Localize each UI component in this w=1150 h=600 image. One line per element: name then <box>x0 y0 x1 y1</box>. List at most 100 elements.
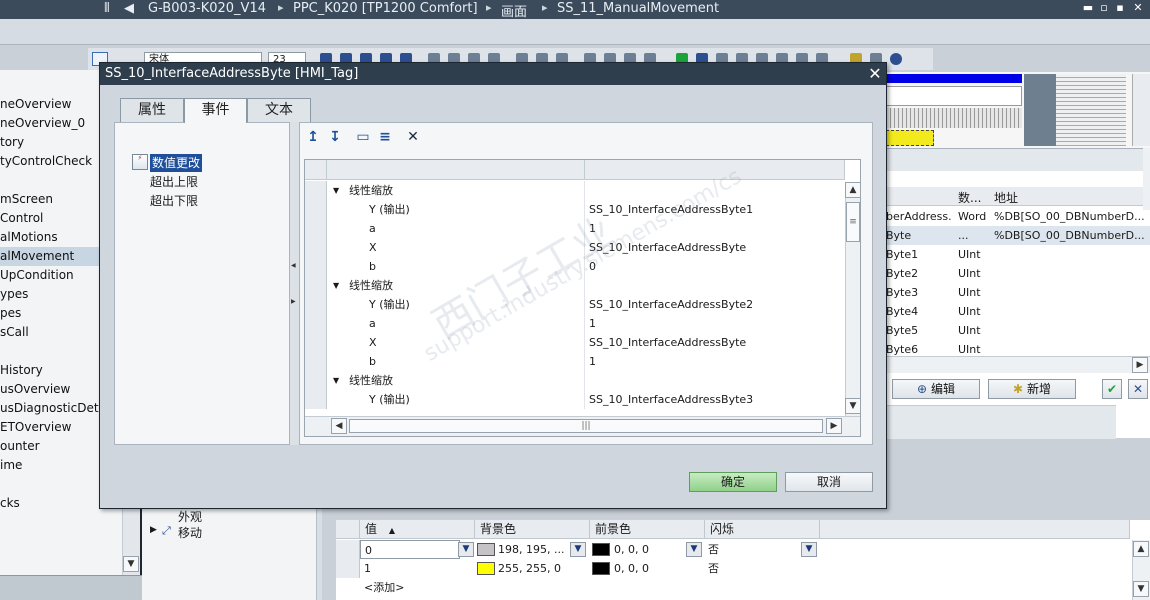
grid-scroll-up-icon[interactable]: ▲ <box>845 182 860 198</box>
project-tree-item[interactable]: History <box>0 361 43 380</box>
scroll-right-icon[interactable]: ▶ <box>1132 357 1148 373</box>
grid-vscrollbar[interactable]: ▲ ≡ ▼ <box>845 182 860 416</box>
fg-color-swatch[interactable] <box>592 543 610 556</box>
tag-address-cell[interactable]: %DB[SO_00_DBNumberD... <box>994 226 1144 245</box>
project-tree-item[interactable]: ounter <box>0 437 40 456</box>
add-button[interactable]: ✱ 新增 <box>988 379 1076 399</box>
header-address[interactable]: 地址 <box>994 189 1018 206</box>
tag-name-cell[interactable]: Byte5 <box>886 321 956 340</box>
function-group-row[interactable]: ▼ 线性缩放 <box>305 181 845 200</box>
project-tree-item[interactable]: sCall <box>0 323 29 342</box>
tree-item-appearance[interactable]: 外观 <box>178 508 202 525</box>
tag-type-cell[interactable]: UInt <box>958 264 992 283</box>
function-value-cell[interactable]: SS_10_InterfaceAddressByte <box>585 333 845 352</box>
screen-canvas-preview[interactable] <box>886 72 1150 148</box>
restore-icon[interactable]: ▫ <box>1098 2 1110 14</box>
function-param-row[interactable]: a1 <box>305 314 845 333</box>
function-param-row[interactable]: Y (输出) SS_10_InterfaceAddressByte3 <box>305 390 845 409</box>
grid-vscrollbar[interactable]: ▲ ▼ <box>1132 540 1150 600</box>
function-param-row[interactable]: X SS_10_InterfaceAddressByte <box>305 333 845 352</box>
back-arrow-icon[interactable]: ◀ <box>124 1 134 16</box>
col-header-value[interactable]: 值 ▲ <box>360 520 475 539</box>
grid-row-header[interactable] <box>305 371 327 390</box>
event-upper-limit[interactable]: 超出上限 <box>150 173 198 191</box>
grid-row-header[interactable] <box>305 276 327 295</box>
tag-type-cell[interactable]: UInt <box>958 321 992 340</box>
scroll-down-icon[interactable]: ▼ <box>123 556 139 572</box>
tree-expander-icon[interactable]: ▶ <box>150 525 157 535</box>
tag-type-cell[interactable]: ... <box>958 226 992 245</box>
tab-texts[interactable]: 文本 <box>247 98 311 122</box>
zoom-icon[interactable] <box>890 53 902 65</box>
tag-table-row[interactable]: Byte1 UInt <box>886 245 1150 264</box>
tag-table-row[interactable]: Byte4 UInt <box>886 302 1150 321</box>
breadcrumb-project[interactable]: G-B003-K020_V14 <box>148 1 266 16</box>
grid-row-header[interactable] <box>336 559 360 578</box>
project-tree-item[interactable]: usOverview <box>0 380 70 399</box>
tag-name-cell[interactable]: Byte <box>886 226 956 245</box>
tag-type-cell[interactable]: UInt <box>958 283 992 302</box>
confirm-check-icon[interactable]: ✔ <box>1102 379 1122 399</box>
grid-row-header[interactable] <box>305 200 327 219</box>
grid-scroll-right-icon[interactable]: ▶ <box>826 418 842 434</box>
insert-icon[interactable]: ▭ <box>355 129 371 145</box>
blink-dropdown-icon[interactable]: ▼ <box>801 542 817 557</box>
fg-color-cell[interactable]: 0, 0, 0 <box>614 559 702 578</box>
tag-type-cell[interactable]: UInt <box>958 302 992 321</box>
titlebar-menu-icon[interactable]: ⦀ <box>104 1 110 16</box>
function-label-cell[interactable]: ▼ 线性缩放 <box>327 371 585 390</box>
move-down-icon[interactable]: ↧ <box>327 129 343 145</box>
grid-hscrollbar[interactable]: ◀ ||| ▶ <box>305 416 860 436</box>
tree-splitter[interactable] <box>316 508 322 600</box>
function-label-cell[interactable]: ▼ 线性缩放 <box>327 181 585 200</box>
project-tree-item[interactable]: pes <box>0 304 21 323</box>
project-tree-item[interactable]: ime <box>0 456 22 475</box>
grid-scroll-left-icon[interactable]: ◀ <box>331 418 347 434</box>
value-cell[interactable]: 0 <box>360 540 460 559</box>
bg-color-dropdown-icon[interactable]: ▼ <box>570 542 586 557</box>
delete-icon[interactable]: ✕ <box>405 129 421 145</box>
fg-color-swatch[interactable] <box>592 562 610 575</box>
tag-type-cell[interactable]: UInt <box>958 245 992 264</box>
tab-properties[interactable]: 属性 <box>120 98 184 122</box>
tag-name-cell[interactable]: Byte1 <box>886 245 956 264</box>
tag-type-cell[interactable]: Word <box>958 207 992 226</box>
tag-table-row[interactable]: Byte5 UInt <box>886 321 1150 340</box>
project-tree-item[interactable]: neOverview <box>0 95 71 114</box>
project-tree-item[interactable]: alMotions <box>0 228 58 247</box>
list-icon[interactable]: ≡ <box>377 129 393 145</box>
function-value-cell[interactable]: 0 <box>585 257 845 276</box>
bg-color-cell[interactable]: 255, 255, 0 <box>498 559 590 578</box>
project-tree-item[interactable]: tyControlCheck <box>0 152 92 171</box>
function-value-cell[interactable] <box>585 371 845 390</box>
grid-row-header[interactable] <box>305 333 327 352</box>
function-value-cell[interactable]: SS_10_InterfaceAddressByte2 <box>585 295 845 314</box>
grid-hscroll-thumb[interactable]: ||| <box>349 419 823 433</box>
breadcrumb-screens[interactable]: 画面 <box>501 1 527 20</box>
blink-cell[interactable]: 否 <box>708 540 788 559</box>
minimize-icon[interactable]: ▬ <box>1082 2 1094 14</box>
grid-row-header[interactable] <box>336 540 360 559</box>
grid-col-header-function[interactable] <box>327 160 585 180</box>
grid-row-header[interactable] <box>305 295 327 314</box>
project-tree-item[interactable]: Control <box>0 209 43 228</box>
project-tree-item[interactable]: tory <box>0 133 24 152</box>
event-value-change[interactable]: 数值更改 <box>150 154 203 172</box>
expand-right-icon[interactable]: ▶ <box>291 298 296 305</box>
move-up-icon[interactable]: ↥ <box>305 129 321 145</box>
canvas-scrollbar[interactable] <box>1132 74 1150 146</box>
dialog-splitter[interactable]: ◀ ▶ <box>290 122 299 445</box>
expand-arrow-icon[interactable]: ▼ <box>333 276 339 295</box>
breadcrumb-screen[interactable]: SS_11_ManualMovement <box>557 1 719 16</box>
function-label-cell[interactable]: b <box>327 352 585 371</box>
header-datatype[interactable]: 数... <box>958 189 981 206</box>
project-tree-item[interactable]: usDiagnosticDetai <box>0 399 109 418</box>
function-label-cell[interactable]: Y (输出) <box>327 390 585 409</box>
grid-row-header[interactable] <box>305 238 327 257</box>
collapse-left-icon[interactable]: ◀ <box>291 262 296 269</box>
function-value-cell[interactable]: 1 <box>585 352 845 371</box>
edit-button[interactable]: ⊕ 编辑 <box>892 379 980 399</box>
col-header-fgcolor[interactable]: 前景色 <box>590 520 705 539</box>
col-header-bgcolor[interactable]: 背景色 <box>475 520 590 539</box>
tag-address-cell[interactable]: %DB[SO_00_DBNumberD... <box>994 207 1144 226</box>
